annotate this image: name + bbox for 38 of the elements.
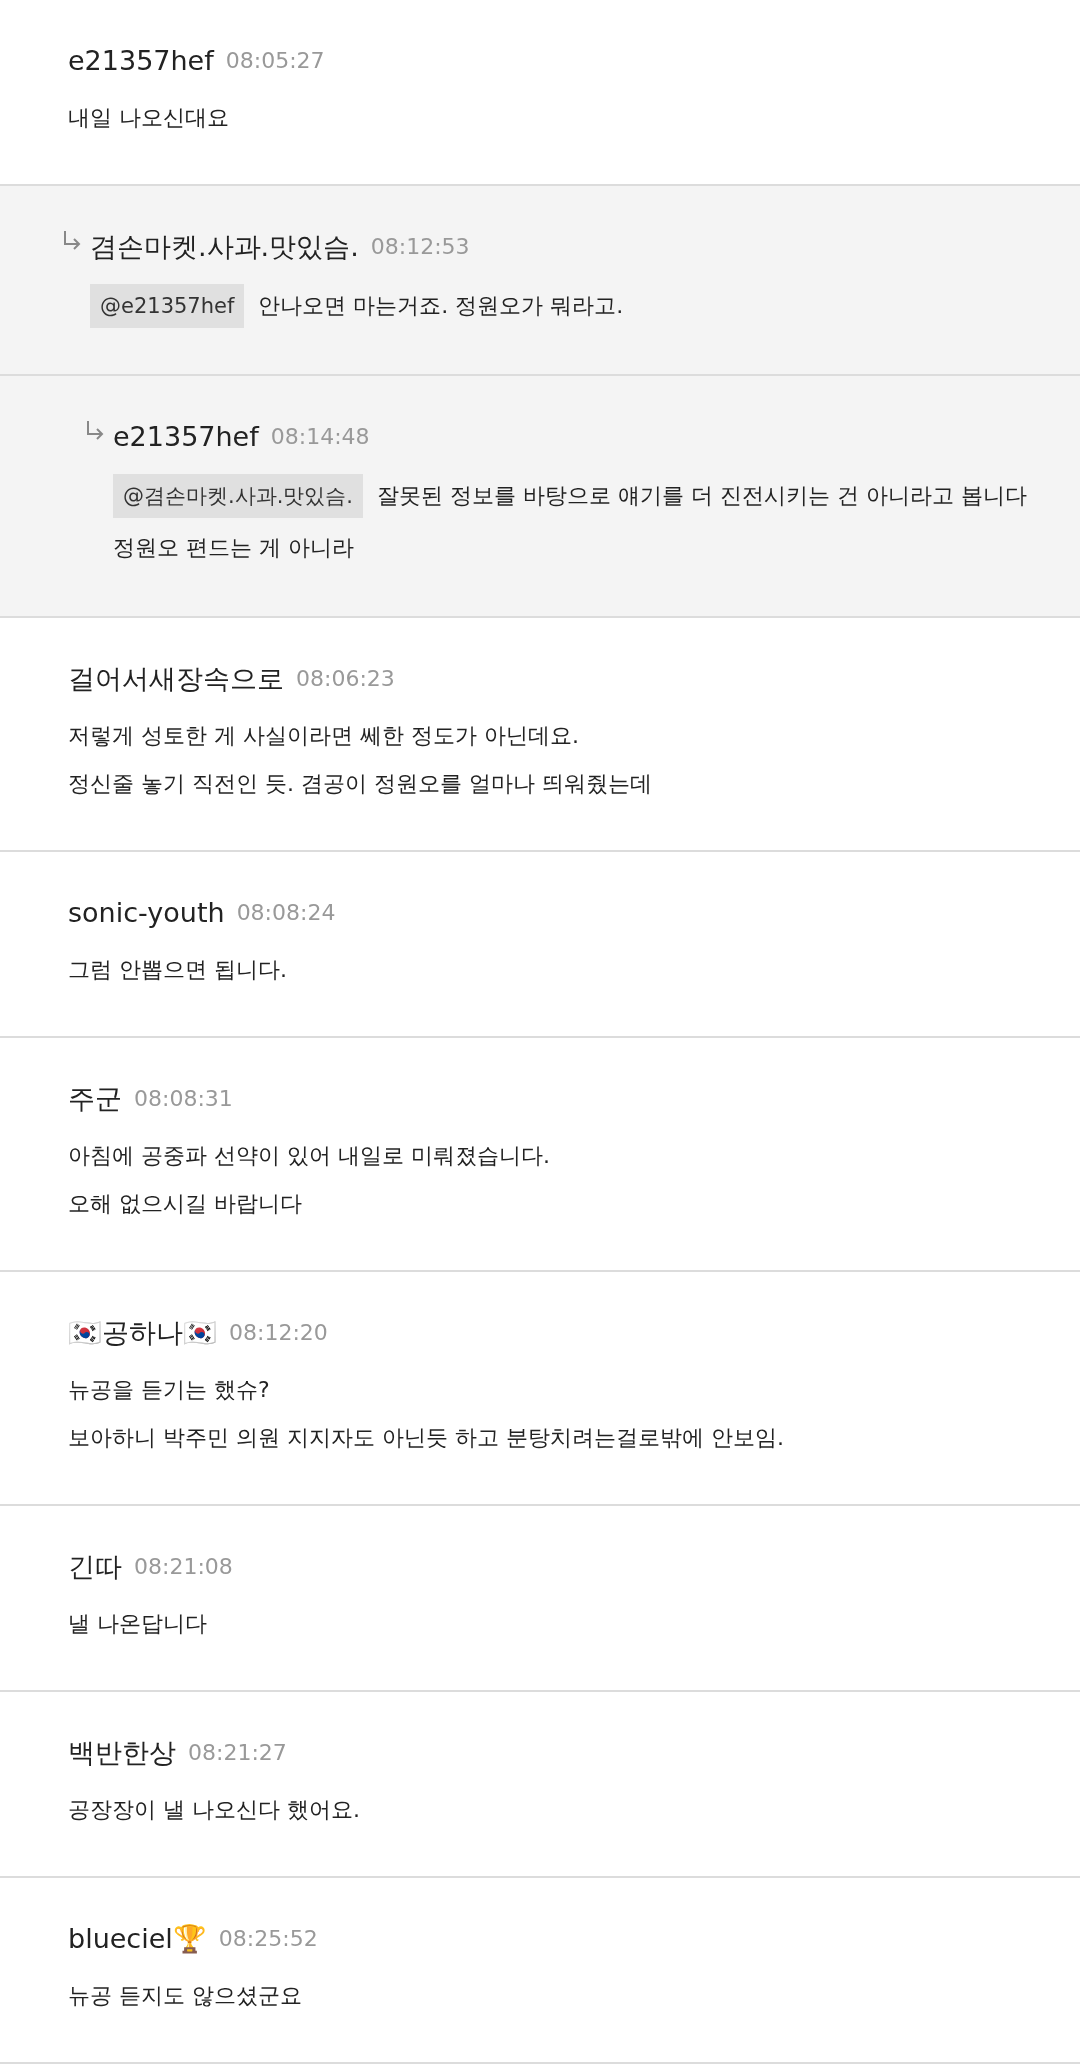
comment-time: 08:08:31: [134, 1085, 233, 1113]
comment-time: 08:14:48: [270, 423, 370, 451]
reply-arrow-icon: [62, 230, 82, 252]
comment-time: 08:12:20: [229, 1319, 328, 1347]
comment-line: 공장장이 낼 나오신다 했어요.: [68, 1796, 360, 1824]
author-name: 🇰🇷공하나🇰🇷: [68, 1316, 217, 1350]
author-name: e21357hef: [113, 420, 259, 454]
comment-line: 안나오면 마는거죠. 정원오가 뭐라고.: [258, 292, 624, 320]
author-name: 주군: [68, 1082, 122, 1116]
comment-line: 내일 나오신대요: [68, 104, 229, 132]
comment-line: 낼 나온답니다: [68, 1610, 207, 1638]
comment-time: 08:25:52: [218, 1925, 318, 1953]
comment-time: 08:21:27: [188, 1739, 287, 1767]
comment-line: 정신줄 놓기 직전인 듯. 겸공이 정원오를 얼마나 띄워줬는데: [68, 770, 652, 798]
reply-arrow-icon: [85, 420, 105, 442]
comment-line: 그럼 안뽑으면 됩니다.: [68, 956, 287, 984]
author-name: sonic-youth: [68, 896, 225, 930]
comment-time: 08:21:08: [134, 1553, 233, 1581]
comment-line: 정원오 편드는 게 아니라: [113, 534, 354, 562]
author-name: e21357hef: [68, 44, 214, 78]
comment-line: 보아하니 박주민 의원 지지자도 아닌듯 하고 분탕치려는걸로밖에 안보임.: [68, 1424, 784, 1452]
author-name: blueciel🏆: [68, 1922, 207, 1956]
author-name: 긴따: [68, 1550, 122, 1584]
author-name: 걸어서새장속으로: [68, 662, 284, 696]
comment-line: 잘못된 정보를 바탕으로 얘기를 더 진전시키는 건 아니라고 봅니다: [377, 482, 1027, 510]
author-name: 백반한상: [68, 1736, 176, 1770]
comment-time: 08:12:53: [370, 233, 470, 261]
mention-tag: @겸손마켓.사과.맛있슴.: [113, 474, 364, 518]
comment-time: 08:08:24: [236, 899, 336, 927]
comment-line: 뉴공 듣지도 않으셨군요: [68, 1982, 302, 2010]
comment-time: 08:05:27: [225, 47, 325, 75]
comment-line: 오해 없으시길 바랍니다: [68, 1190, 302, 1218]
comment-line: 아침에 공중파 선약이 있어 내일로 미뤄졌습니다.: [68, 1142, 550, 1170]
comment-time: 08:06:23: [296, 665, 395, 693]
author-name: 겸손마켓.사과.맛있슴.: [90, 230, 359, 264]
comment-line: 뉴공을 듣기는 했슈?: [68, 1376, 270, 1404]
mention-tag: @e21357hef: [90, 284, 245, 328]
comment-line: 저렇게 성토한 게 사실이라면 쎄한 정도가 아닌데요.: [68, 722, 579, 750]
